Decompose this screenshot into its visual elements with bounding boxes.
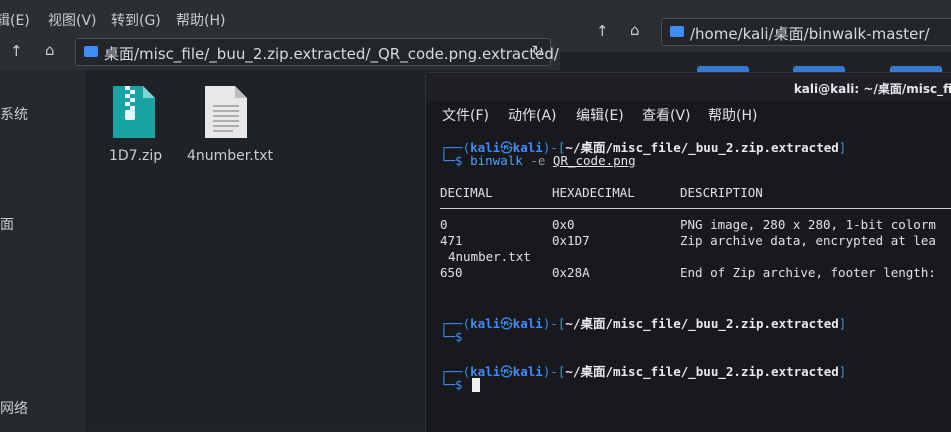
terminal-window[interactable]: kali@kali: ~/桌面/misc_fi 文件(F) 动作(A) 编辑(E… (425, 72, 951, 432)
column-header-decimal: DECIMAL (440, 185, 493, 200)
location-path: 桌面/misc_file/_buu_2.zip.extracted/_QR_co… (104, 45, 559, 63)
kali-skull-icon: ㉿ (500, 364, 513, 379)
row-decimal: 0 (440, 217, 448, 232)
menu-action[interactable]: 动作(A) (508, 105, 557, 125)
command-flag: -e (530, 153, 546, 168)
file-name[interactable]: 1D7.zip (109, 148, 162, 164)
kali-skull-icon: ㉿ (500, 316, 513, 331)
menu-file[interactable]: 文件(F) (442, 105, 489, 125)
sidebar-item-system[interactable]: 系统 (0, 104, 28, 124)
toolbar: ↑ ⌂ /home/kali/桌面/binwalk-master/ (560, 14, 951, 52)
sidebar-item-network[interactable]: 网络 (0, 398, 28, 418)
terminal-titlebar: kali@kali: ~/桌面/misc_fi (426, 73, 951, 101)
menu-help[interactable]: 帮助(H) (708, 105, 757, 125)
folder-icon (670, 26, 684, 37)
command-line: └─$ (440, 329, 463, 344)
text-cursor (472, 378, 480, 392)
column-header-hex: HEXADECIMAL (552, 185, 635, 200)
text-file-icon (205, 86, 247, 138)
reload-icon[interactable]: ↻ (531, 42, 544, 60)
up-arrow-icon[interactable]: ↑ (596, 22, 609, 40)
command-line: └─$ binwalk -e QR_code.png (440, 153, 636, 168)
home-icon[interactable]: ⌂ (45, 41, 55, 59)
menu-bar (560, 0, 951, 14)
prompt-line: ┌──(kali㉿kali)-[~/桌面/misc_file/_buu_2.zi… (440, 316, 847, 331)
command-line[interactable]: └─$ (440, 377, 470, 392)
file-item[interactable] (111, 84, 157, 140)
toolbar: ↑ ⌂ 桌面/misc_file/_buu_2.zip.extracted/_Q… (0, 34, 560, 71)
window-title: kali@kali: ~/桌面/misc_fi (793, 82, 951, 96)
menu-edit[interactable]: 编辑(E) (576, 105, 624, 125)
file-name[interactable]: 4number.txt (187, 148, 273, 164)
row-description: PNG image, 280 x 280, 1-bit colorm (680, 217, 936, 232)
location-bar[interactable]: /home/kali/桌面/binwalk-master/ (661, 18, 951, 46)
row-hex: 0x28A (552, 265, 590, 280)
location-bar[interactable]: 桌面/misc_file/_buu_2.zip.extracted/_QR_co… (75, 38, 559, 66)
sidebar: 系统 面 网络 (0, 70, 87, 431)
row-decimal: 471 (440, 233, 463, 248)
menu-view[interactable]: 查看(V) (642, 105, 691, 125)
row-description: Zip archive data, encrypted at lea (680, 233, 936, 248)
row-hex: 0x0 (552, 217, 575, 232)
command-bin: binwalk (470, 153, 523, 168)
home-icon[interactable]: ⌂ (630, 21, 640, 39)
location-path: /home/kali/桌面/binwalk-master/ (690, 25, 930, 43)
row-hex: 0x1D7 (552, 233, 590, 248)
menu-view[interactable]: 视图(V) (48, 10, 97, 30)
row-description-continued: 4number.txt (448, 249, 531, 264)
file-item[interactable] (203, 84, 249, 140)
up-arrow-icon[interactable]: ↑ (10, 42, 23, 60)
menu-bar: 辑(E) 视图(V) 转到(G) 帮助(H) (0, 0, 560, 34)
prompt-line: ┌──(kali㉿kali)-[~/桌面/misc_file/_buu_2.zi… (440, 364, 847, 379)
command-arg: QR_code.png (552, 153, 636, 168)
column-header-description: DESCRIPTION (680, 185, 763, 200)
menu-edit[interactable]: 辑(E) (0, 10, 30, 30)
folder-icon (84, 46, 98, 57)
zip-archive-icon (113, 86, 155, 138)
sidebar-item-desktop[interactable]: 面 (0, 214, 14, 234)
row-decimal: 650 (440, 265, 463, 280)
row-description: End of Zip archive, footer length: (680, 265, 936, 280)
divider (440, 208, 951, 209)
menu-help[interactable]: 帮助(H) (176, 10, 225, 30)
menu-go[interactable]: 转到(G) (111, 10, 161, 30)
